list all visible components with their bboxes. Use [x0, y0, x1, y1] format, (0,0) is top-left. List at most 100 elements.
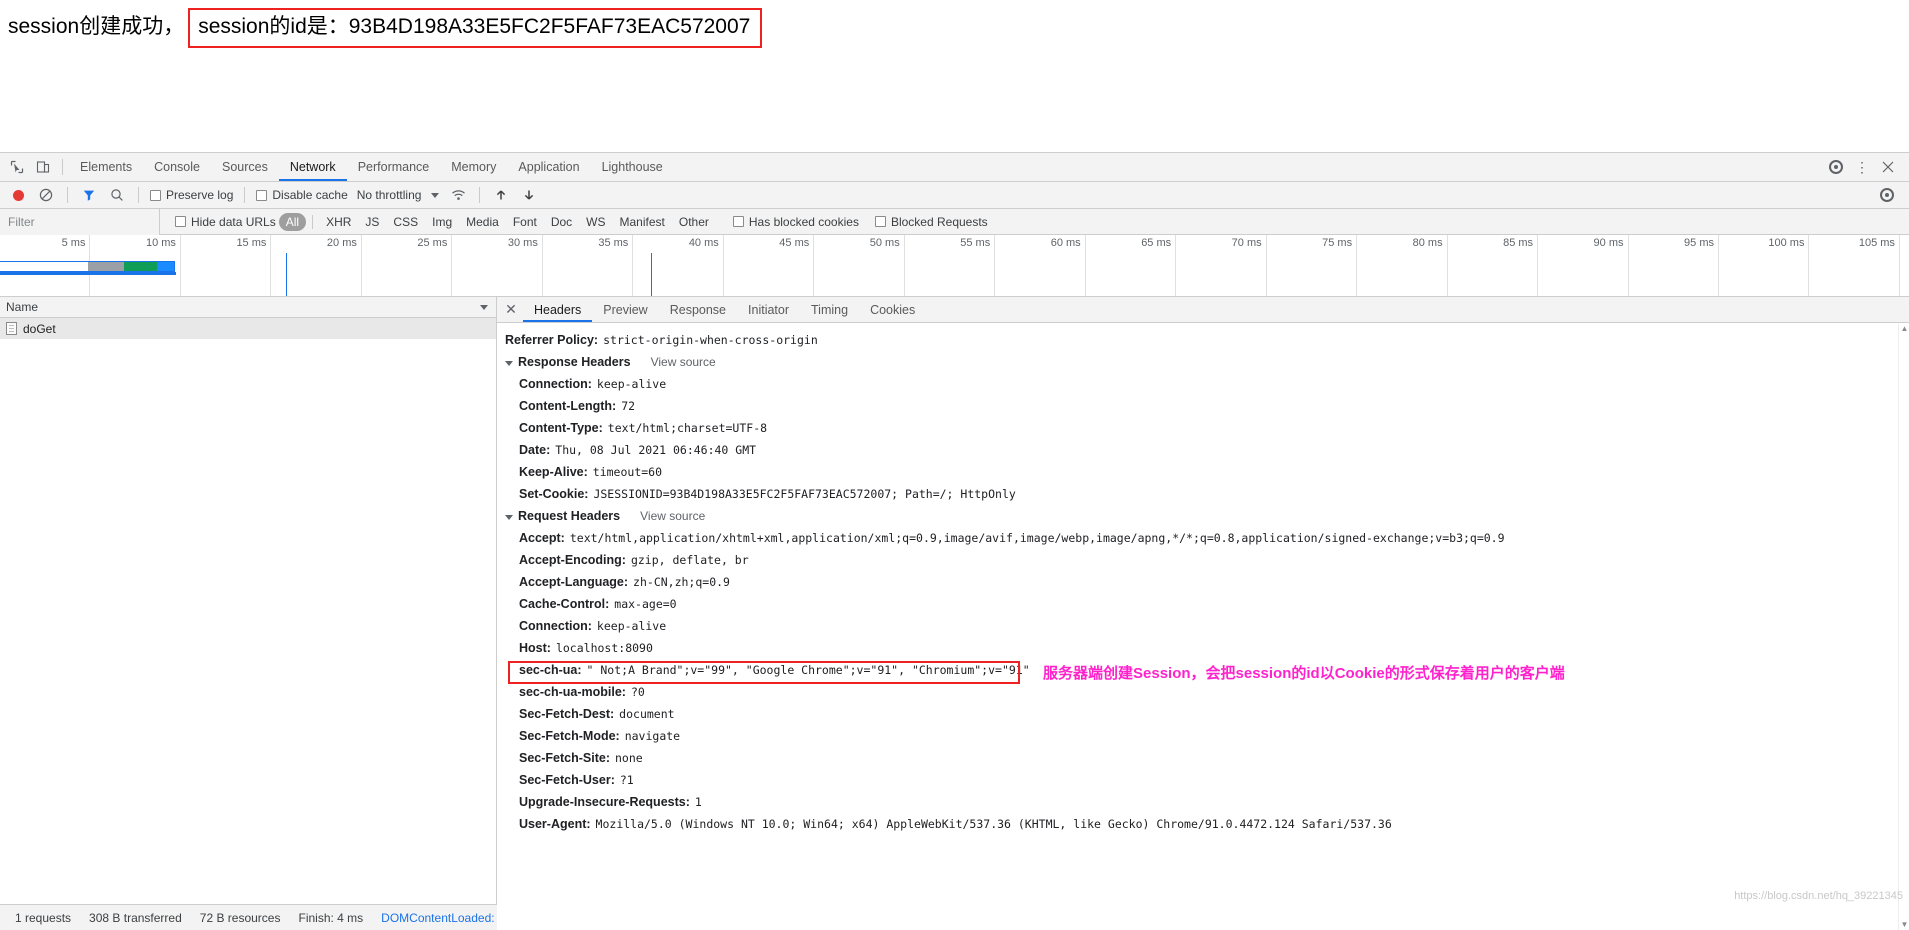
- header-row: Set-Cookie: JSESSIONID=93B4D198A33E5FC2F5…: [497, 483, 1909, 505]
- response-headers-section-header[interactable]: Response Headers View source: [497, 351, 1909, 373]
- disable-cache-checkbox[interactable]: Disable cache: [253, 188, 350, 202]
- import-har-icon[interactable]: [488, 183, 514, 207]
- header-row: Host: localhost:8090: [497, 637, 1909, 659]
- chevron-down-icon[interactable]: [505, 514, 513, 520]
- sort-chevron-down-icon[interactable]: [480, 305, 488, 310]
- filter-type-media[interactable]: Media: [459, 213, 506, 231]
- status-resources: 72 B resources: [199, 910, 281, 925]
- hide-data-urls-checkbox[interactable]: Hide data URLs: [172, 215, 279, 229]
- hide-data-urls-box[interactable]: [175, 216, 186, 227]
- waterfall-segment-finish: [157, 262, 174, 271]
- filter-type-manifest[interactable]: Manifest: [613, 213, 672, 231]
- filter-funnel-icon[interactable]: [76, 183, 102, 207]
- tab-network[interactable]: Network: [279, 153, 347, 181]
- export-har-icon[interactable]: [516, 183, 542, 207]
- header-row: Sec-Fetch-Dest: document: [497, 703, 1909, 725]
- network-overview-timeline[interactable]: 5 ms 10 ms 15 ms 20 ms 25 ms 30 ms 35 ms 40 ms 4…: [0, 235, 1909, 297]
- status-finish: Finish: 4 ms: [298, 910, 364, 925]
- devtools-panel: Elements Console Sources Network Perform…: [0, 152, 1909, 930]
- header-row: Sec-Fetch-Site: none: [497, 747, 1909, 769]
- device-toolbar-icon[interactable]: [30, 155, 56, 179]
- header-value: document: [619, 707, 675, 721]
- requests-column-header[interactable]: Name: [0, 297, 496, 318]
- filter-input[interactable]: Filter: [0, 208, 160, 235]
- header-row: Date: Thu, 08 Jul 2021 06:46:40 GMT: [497, 439, 1909, 461]
- filter-type-doc[interactable]: Doc: [544, 213, 579, 231]
- preserve-log-checkbox[interactable]: Preserve log: [147, 188, 236, 202]
- network-conditions-wifi-icon[interactable]: [445, 183, 471, 207]
- network-settings-gear-icon[interactable]: [1874, 183, 1900, 207]
- settings-gear-icon[interactable]: [1823, 155, 1849, 179]
- filter-types: Hide data URLs All XHR JS CSS Img Media …: [160, 212, 991, 231]
- header-key: Keep-Alive:: [519, 465, 588, 479]
- header-value: text/html;charset=UTF-8: [607, 421, 768, 435]
- detail-tab-headers[interactable]: Headers: [523, 297, 592, 322]
- filter-type-js[interactable]: JS: [358, 213, 386, 231]
- header-value: keep-alive: [596, 619, 667, 633]
- tab-sources[interactable]: Sources: [211, 153, 279, 181]
- header-row: Keep-Alive: timeout=60: [497, 461, 1909, 483]
- clear-button[interactable]: [33, 183, 59, 207]
- scroll-down-arrow-icon[interactable]: ▼: [1900, 919, 1909, 930]
- detail-tab-timing[interactable]: Timing: [800, 297, 859, 322]
- tab-console[interactable]: Console: [143, 153, 211, 181]
- detail-tab-cookies[interactable]: Cookies: [859, 297, 926, 322]
- scroll-up-arrow-icon[interactable]: ▲: [1900, 323, 1909, 334]
- header-row: Connection: keep-alive: [497, 615, 1909, 637]
- header-value: keep-alive: [596, 377, 667, 391]
- waterfall-segment-queue: [0, 262, 89, 271]
- response-view-source-link[interactable]: View source: [651, 355, 716, 369]
- request-headers-section-header[interactable]: Request Headers View source: [497, 505, 1909, 527]
- header-key: Upgrade-Insecure-Requests:: [519, 795, 690, 809]
- header-row: User-Agent: Mozilla/5.0 (Windows NT 10.0;…: [497, 813, 1909, 835]
- header-key: Content-Type:: [519, 421, 603, 435]
- chevron-down-icon[interactable]: [431, 192, 440, 198]
- hide-data-urls-label: Hide data URLs: [191, 214, 276, 229]
- has-blocked-cookies-checkbox[interactable]: Has blocked cookies: [730, 215, 862, 229]
- header-value: timeout=60: [592, 465, 663, 479]
- tab-performance[interactable]: Performance: [347, 153, 441, 181]
- detail-tab-initiator[interactable]: Initiator: [737, 297, 800, 322]
- controls-divider-3: [244, 187, 246, 203]
- header-key: User-Agent:: [519, 817, 591, 831]
- header-key: Set-Cookie:: [519, 487, 589, 501]
- detail-tab-response[interactable]: Response: [659, 297, 737, 322]
- inspect-element-icon[interactable]: [4, 155, 30, 179]
- filter-type-css[interactable]: CSS: [386, 213, 425, 231]
- table-row[interactable]: doGet: [0, 318, 496, 339]
- preserve-log-box[interactable]: [150, 189, 161, 201]
- watermark-text: https://blog.csdn.net/hq_39221345: [1734, 890, 1903, 902]
- filter-type-img[interactable]: Img: [425, 213, 459, 231]
- tab-lighthouse[interactable]: Lighthouse: [591, 153, 674, 181]
- blocked-requests-checkbox[interactable]: Blocked Requests: [872, 215, 991, 229]
- header-value: " Not;A Brand";v="99", "Google Chrome";v…: [586, 663, 1030, 677]
- filter-type-xhr[interactable]: XHR: [319, 213, 358, 231]
- filter-type-other[interactable]: Other: [672, 213, 716, 231]
- more-options-icon[interactable]: ⋮: [1849, 155, 1875, 179]
- blocked-requests-box[interactable]: [874, 216, 886, 227]
- tab-application[interactable]: Application: [507, 153, 590, 181]
- close-devtools-icon[interactable]: [1875, 155, 1901, 179]
- status-domcontentloaded[interactable]: DOMContentLoaded:: [372, 911, 503, 925]
- request-name: doGet: [23, 321, 56, 336]
- status-requests-count: 1 requests: [15, 910, 72, 925]
- filter-type-ws[interactable]: WS: [579, 213, 612, 231]
- record-button[interactable]: [5, 183, 31, 207]
- close-detail-icon[interactable]: ✕: [499, 297, 523, 322]
- disable-cache-box[interactable]: [256, 189, 268, 201]
- filter-type-font[interactable]: Font: [506, 213, 544, 231]
- header-value: text/html,application/xhtml+xml,applicat…: [569, 531, 1505, 545]
- header-row: Sec-Fetch-User: ?1: [497, 769, 1909, 791]
- waterfall-underline: [0, 272, 176, 275]
- has-blocked-cookies-box[interactable]: [732, 216, 744, 227]
- search-icon[interactable]: [104, 183, 130, 207]
- detail-tab-preview[interactable]: Preview: [592, 297, 658, 322]
- tab-elements[interactable]: Elements: [69, 153, 143, 181]
- detail-scrollbar[interactable]: ▲ ▼: [1898, 323, 1909, 930]
- request-view-source-link[interactable]: View source: [640, 509, 705, 523]
- throttling-select[interactable]: No throttling: [353, 188, 422, 202]
- filter-type-all[interactable]: All: [278, 212, 307, 231]
- column-header-name: Name: [6, 300, 39, 314]
- chevron-down-icon[interactable]: [505, 360, 513, 366]
- tab-memory[interactable]: Memory: [440, 153, 507, 181]
